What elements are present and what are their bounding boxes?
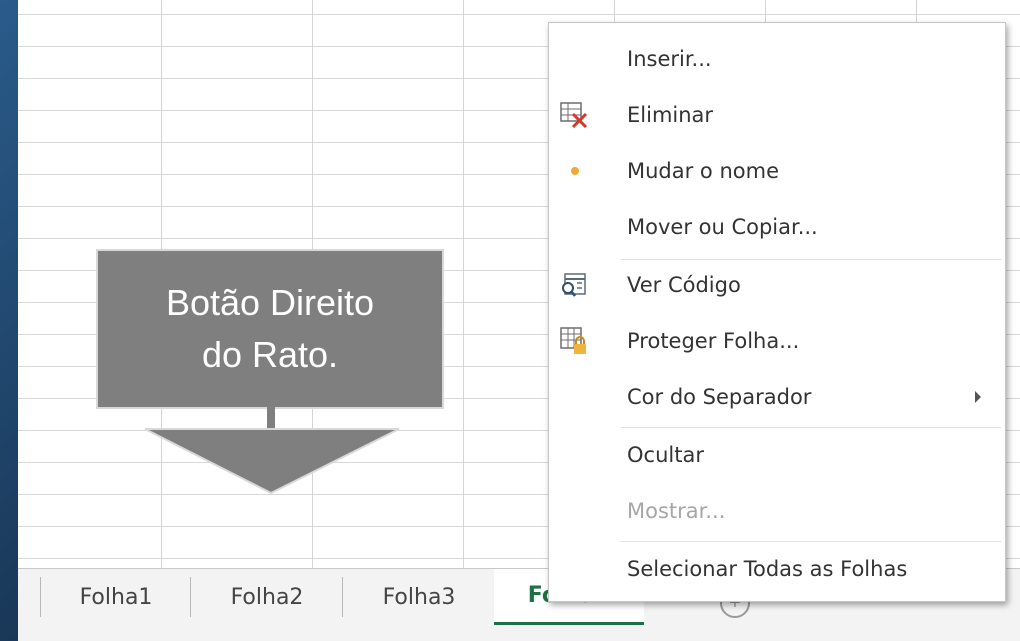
sheet-tab-folha3[interactable]: Folha3 xyxy=(344,569,494,625)
menu-item-mover-copiar[interactable]: Mover ou Copiar... xyxy=(549,199,1005,255)
menu-item-label: Cor do Separador xyxy=(627,385,812,409)
tab-separator xyxy=(342,577,343,617)
sheet-tab-folha1[interactable]: Folha1 xyxy=(42,569,190,625)
menu-item-label: Selecionar Todas as Folhas xyxy=(627,557,908,581)
menu-item-label: Ver Código xyxy=(627,273,741,297)
view-code-icon xyxy=(562,273,586,297)
menu-item-cor-separador[interactable]: Cor do Separador xyxy=(549,369,1005,425)
down-arrow-icon xyxy=(144,407,400,495)
callout-line-1: Botão Direito xyxy=(165,282,375,323)
context-menu: Inserir... Eliminar Mudar o nome Mover o… xyxy=(548,22,1006,602)
menu-item-mudar-nome[interactable]: Mudar o nome xyxy=(549,143,1005,199)
menu-item-ocultar[interactable]: Ocultar xyxy=(549,427,1005,483)
menu-item-label: Mostrar... xyxy=(627,499,726,523)
menu-item-label: Ocultar xyxy=(627,443,704,467)
sheet-tab-folha2[interactable]: Folha2 xyxy=(192,569,342,625)
menu-item-eliminar[interactable]: Eliminar xyxy=(549,87,1005,143)
menu-item-ver-codigo[interactable]: Ver Código xyxy=(549,257,1005,313)
callout-line-2: do Rato. xyxy=(201,334,339,375)
callout-box: Botão Direito do Rato. xyxy=(96,249,444,409)
menu-item-label: Inserir... xyxy=(627,47,712,71)
menu-item-label: Proteger Folha... xyxy=(627,329,800,353)
menu-item-inserir[interactable]: Inserir... xyxy=(549,31,1005,87)
delete-sheet-icon xyxy=(560,102,588,129)
submenu-arrow-icon xyxy=(975,391,981,403)
menu-item-mostrar: Mostrar... xyxy=(549,483,1005,539)
menu-item-label: Eliminar xyxy=(627,103,714,127)
menu-item-label: Mudar o nome xyxy=(627,159,779,183)
menu-item-selecionar-todas[interactable]: Selecionar Todas as Folhas xyxy=(549,541,1005,597)
tab-separator xyxy=(190,577,191,617)
protect-sheet-icon xyxy=(560,327,586,354)
menu-item-proteger-folha[interactable]: Proteger Folha... xyxy=(549,313,1005,369)
tab-separator xyxy=(40,577,41,617)
menu-item-label: Mover ou Copiar... xyxy=(627,215,818,239)
rename-dot-icon xyxy=(571,167,579,175)
